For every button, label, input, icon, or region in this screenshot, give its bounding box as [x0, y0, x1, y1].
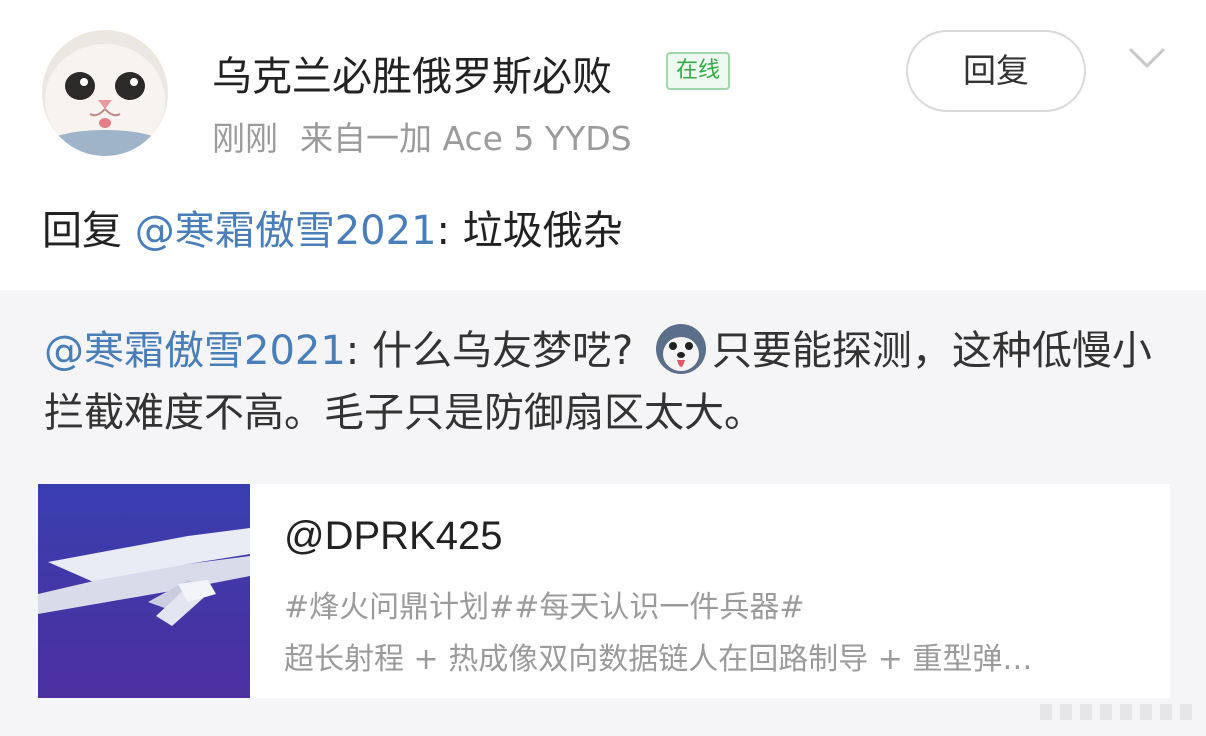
username[interactable]: 乌克兰必胜俄罗斯必败: [212, 44, 612, 102]
drone-thumbnail-image: [38, 484, 250, 698]
card-hashtags: #烽火问鼎计划##每天认识一件兵器#: [284, 590, 805, 625]
quote-mention-link[interactable]: @寒霜傲雪2021: [44, 328, 346, 374]
quoted-text: @寒霜傲雪2021: 什么乌友梦呓? 只要能探测，这种低慢小拦截难度不高。毛子只…: [44, 320, 1164, 444]
reply-content: : 垃圾俄杂: [436, 208, 623, 254]
card-thumbnail: [38, 484, 250, 698]
post-time: 刚刚: [212, 119, 278, 158]
husky-tongue-emoji: [655, 324, 706, 374]
linked-post-card[interactable]: @DPRK425 #烽火问鼎计划##每天认识一件兵器# 超长射程 + 热成像双向…: [38, 484, 1170, 698]
quote-text-part1: : 什么乌友梦呓?: [345, 328, 646, 374]
card-summary: 超长射程 + 热成像双向数据链人在回路制导 + 重型弹…: [284, 642, 1033, 677]
reply-button[interactable]: 回复: [906, 30, 1086, 112]
quoted-comment: @寒霜傲雪2021: 什么乌友梦呓? 只要能探测，这种低慢小拦截难度不高。毛子只…: [0, 290, 1206, 736]
reply-prefix: 回复: [42, 208, 122, 254]
chevron-down-icon[interactable]: [1128, 46, 1166, 70]
post-meta: 刚刚 来自一加 Ace 5 YYDS: [212, 112, 632, 160]
reply-text: 回复 @寒霜傲雪2021: 垃圾俄杂: [42, 198, 623, 256]
watermark-logo: [1040, 704, 1192, 720]
online-status-badge: 在线: [666, 52, 731, 90]
cat-avatar-image: [42, 30, 168, 156]
post-source: 来自一加 Ace 5 YYDS: [300, 119, 632, 158]
card-title: @DPRK425: [284, 514, 503, 558]
comment-header: 乌克兰必胜俄罗斯必败 在线 刚刚 来自一加 Ace 5 YYDS 回复 回复 @寒…: [0, 0, 1206, 290]
reply-mention-link[interactable]: @寒霜傲雪2021: [135, 208, 437, 254]
user-avatar[interactable]: [42, 30, 168, 156]
